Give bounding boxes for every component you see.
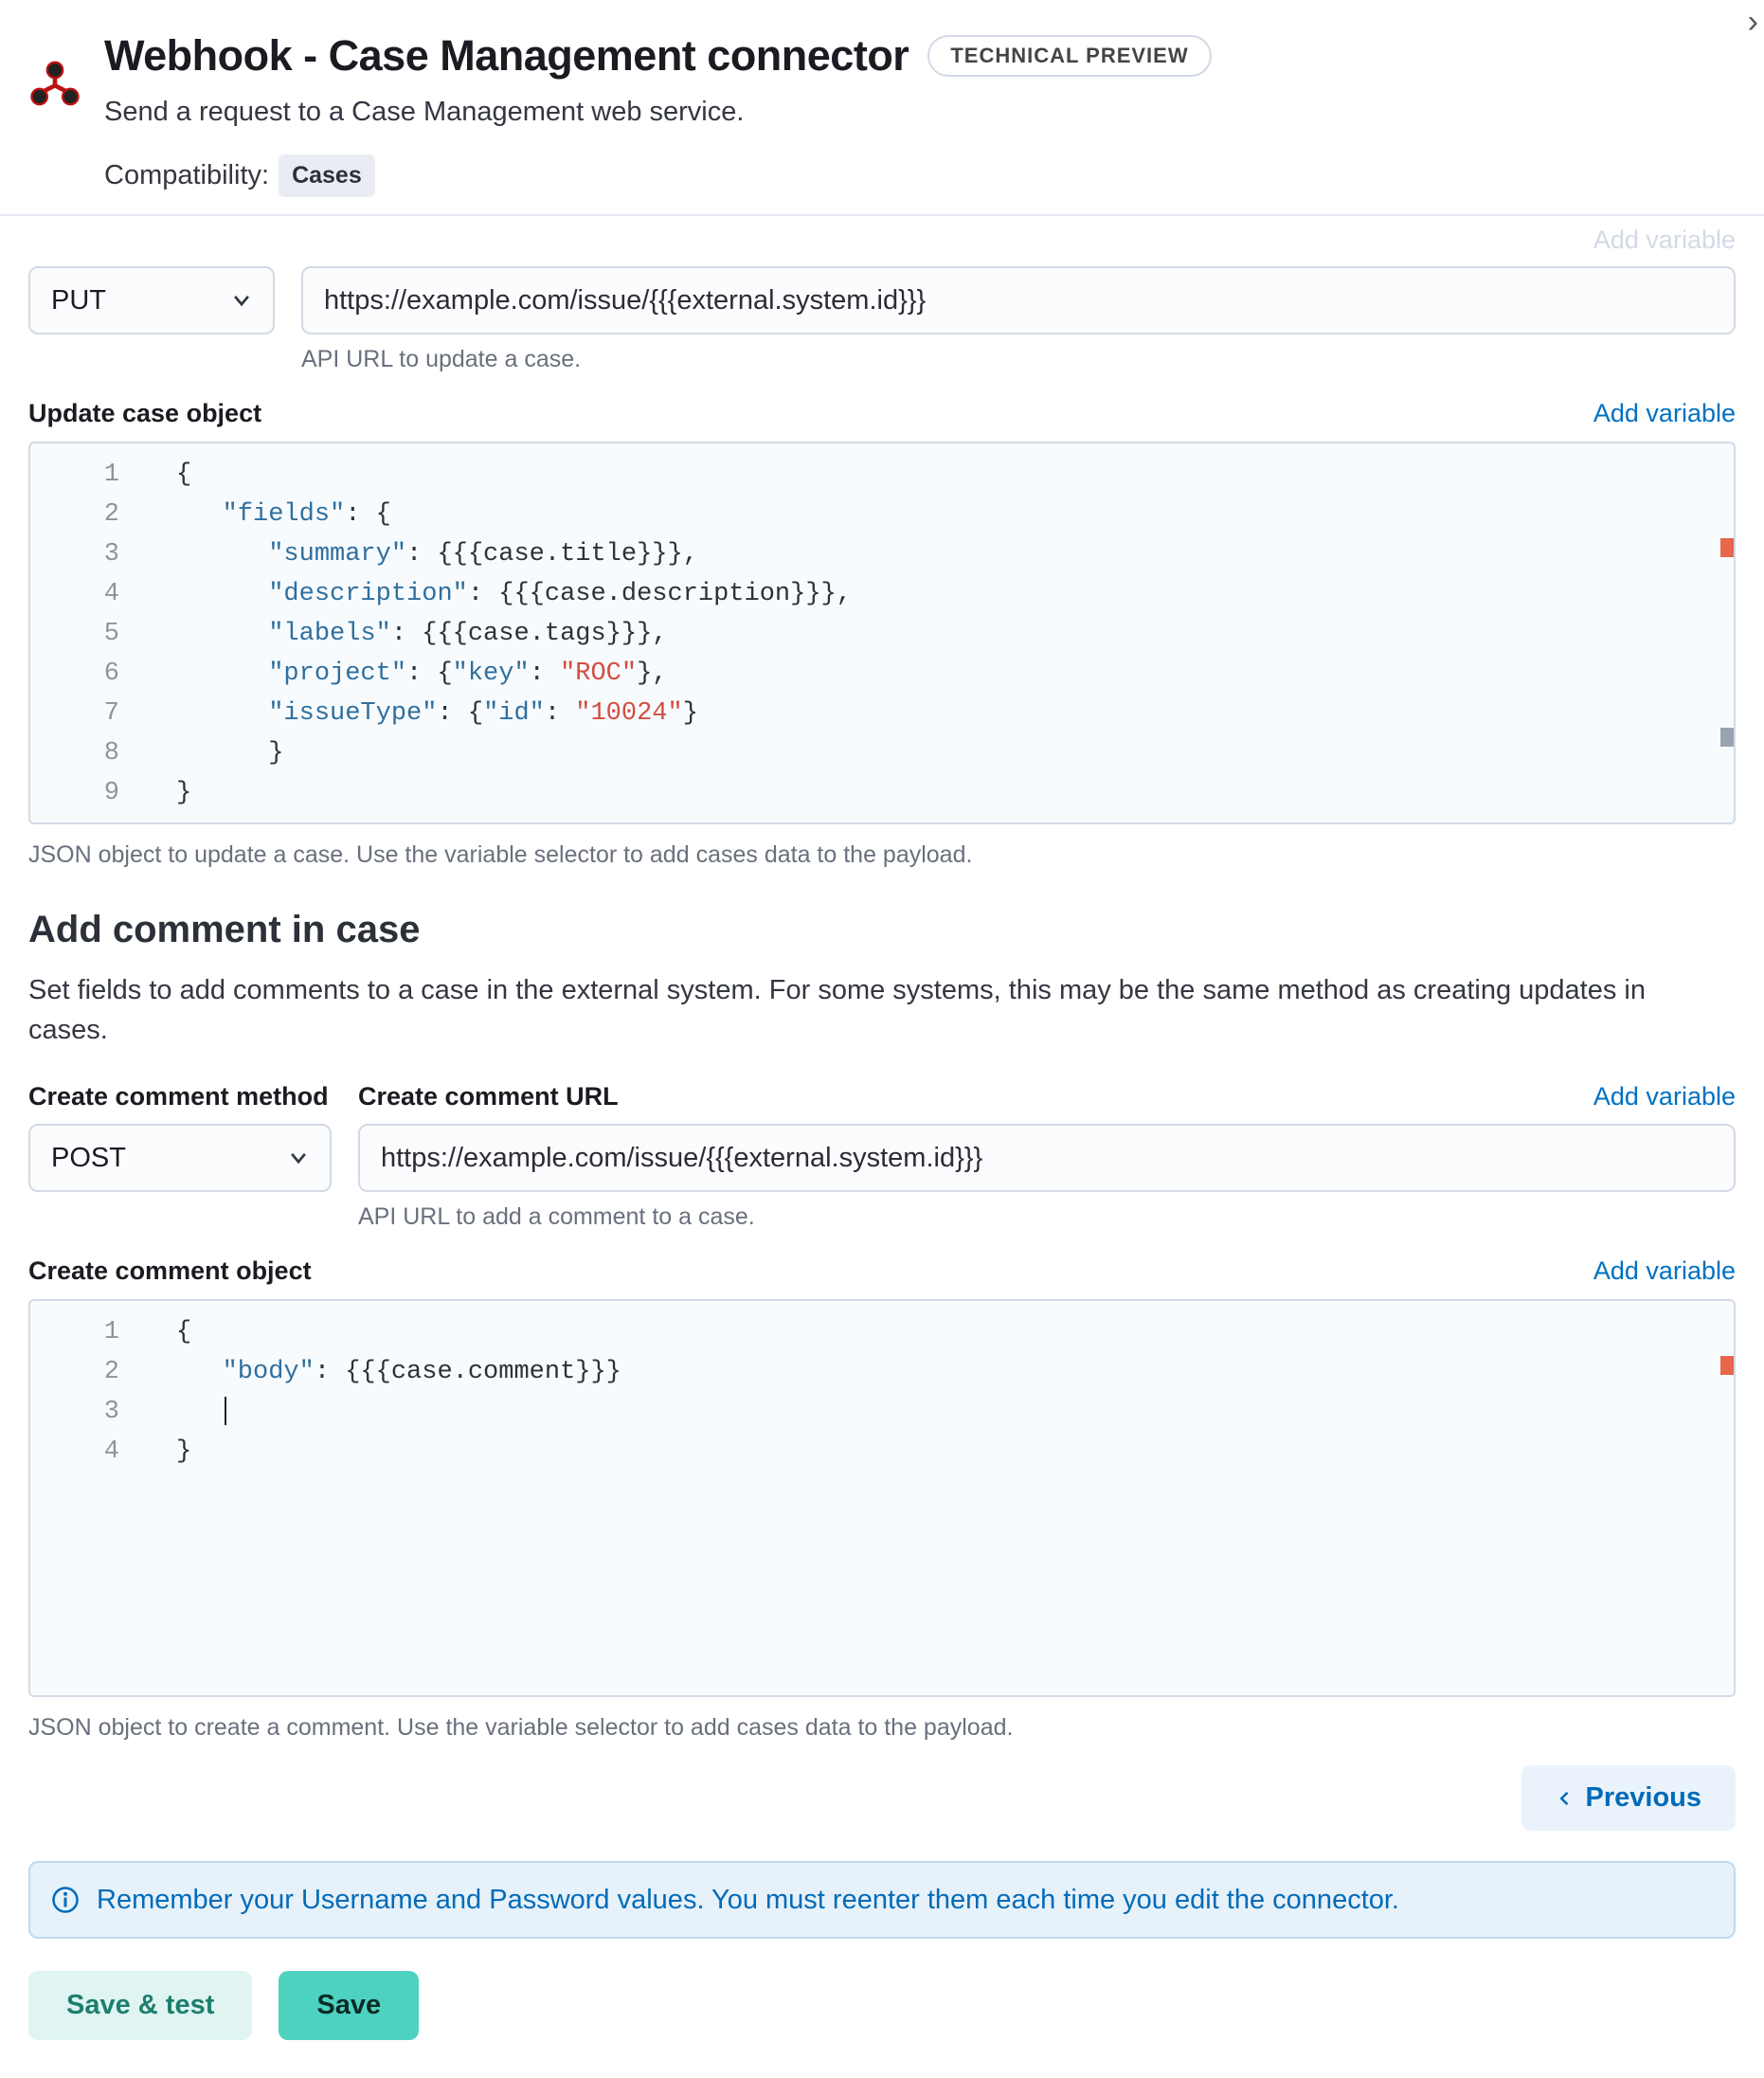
compatibility-label: Compatibility: bbox=[104, 155, 269, 195]
chevron-down-icon bbox=[231, 290, 252, 311]
callout-text: Remember your Username and Password valu… bbox=[97, 1880, 1399, 1920]
update-url-input[interactable]: https://example.com/issue/{{{external.sy… bbox=[301, 266, 1736, 334]
previous-button[interactable]: Previous bbox=[1521, 1765, 1737, 1831]
chevron-left-icon bbox=[1556, 1789, 1575, 1808]
connector-logo-icon bbox=[28, 57, 81, 110]
add-variable-link-disabled: Add variable bbox=[28, 216, 1736, 259]
comment-url-help: API URL to add a comment to a case. bbox=[358, 1200, 1736, 1234]
editor-gutter: 1 2 3 4 5 6 7 8 9 bbox=[30, 443, 135, 822]
error-marker bbox=[1720, 1356, 1734, 1375]
comment-method-label: Create comment method bbox=[28, 1078, 332, 1115]
comment-object-help: JSON object to create a comment. Use the… bbox=[28, 1710, 1736, 1744]
overview-handle bbox=[1720, 728, 1734, 747]
close-icon[interactable]: › bbox=[1748, 6, 1758, 38]
info-icon bbox=[51, 1886, 80, 1914]
add-variable-link[interactable]: Add variable bbox=[1593, 1253, 1736, 1290]
flyout-header: › Webhook - Case Management connector TE… bbox=[0, 0, 1764, 216]
comment-method-value: POST bbox=[51, 1138, 126, 1178]
comment-section-desc: Set fields to add comments to a case in … bbox=[28, 970, 1715, 1050]
editor-code[interactable]: { "body": {{{case.comment}}} } bbox=[135, 1301, 1734, 1483]
update-method-value: PUT bbox=[51, 280, 106, 320]
technical-preview-badge: TECHNICAL PREVIEW bbox=[927, 35, 1211, 77]
error-marker bbox=[1720, 538, 1734, 557]
page-title: Webhook - Case Management connector bbox=[104, 25, 909, 86]
credentials-callout: Remember your Username and Password valu… bbox=[28, 1861, 1736, 1939]
comment-url-input[interactable]: https://example.com/issue/{{{external.sy… bbox=[358, 1124, 1736, 1192]
page-subtitle: Send a request to a Case Management web … bbox=[104, 92, 1728, 132]
comment-url-value: https://example.com/issue/{{{external.sy… bbox=[381, 1138, 982, 1178]
editor-code[interactable]: { "fields": { "summary": {{{case.title}}… bbox=[135, 443, 1734, 824]
add-variable-link[interactable]: Add variable bbox=[1593, 395, 1736, 432]
save-button[interactable]: Save bbox=[279, 1971, 419, 2040]
update-object-help: JSON object to update a case. Use the va… bbox=[28, 838, 1736, 872]
add-variable-link[interactable]: Add variable bbox=[1593, 1078, 1736, 1115]
compatibility-badge: Cases bbox=[279, 154, 375, 196]
update-url-value: https://example.com/issue/{{{external.sy… bbox=[324, 280, 926, 320]
comment-object-editor[interactable]: 1 2 3 4 { "body": {{{case.comment}}} } bbox=[28, 1299, 1736, 1697]
comment-method-select[interactable]: POST bbox=[28, 1124, 332, 1192]
save-and-test-button[interactable]: Save & test bbox=[28, 1971, 252, 2040]
comment-url-label: Create comment URL bbox=[358, 1078, 619, 1115]
comment-section-heading: Add comment in case bbox=[28, 902, 1736, 957]
update-url-help: API URL to update a case. bbox=[301, 342, 1736, 376]
chevron-down-icon bbox=[288, 1147, 309, 1168]
update-object-editor[interactable]: 1 2 3 4 5 6 7 8 9 { "fields": { "summary… bbox=[28, 442, 1736, 824]
update-object-label: Update case object bbox=[28, 395, 261, 432]
editor-gutter: 1 2 3 4 bbox=[30, 1301, 135, 1695]
previous-label: Previous bbox=[1586, 1782, 1702, 1814]
comment-object-label: Create comment object bbox=[28, 1253, 312, 1290]
update-method-select[interactable]: PUT bbox=[28, 266, 275, 334]
